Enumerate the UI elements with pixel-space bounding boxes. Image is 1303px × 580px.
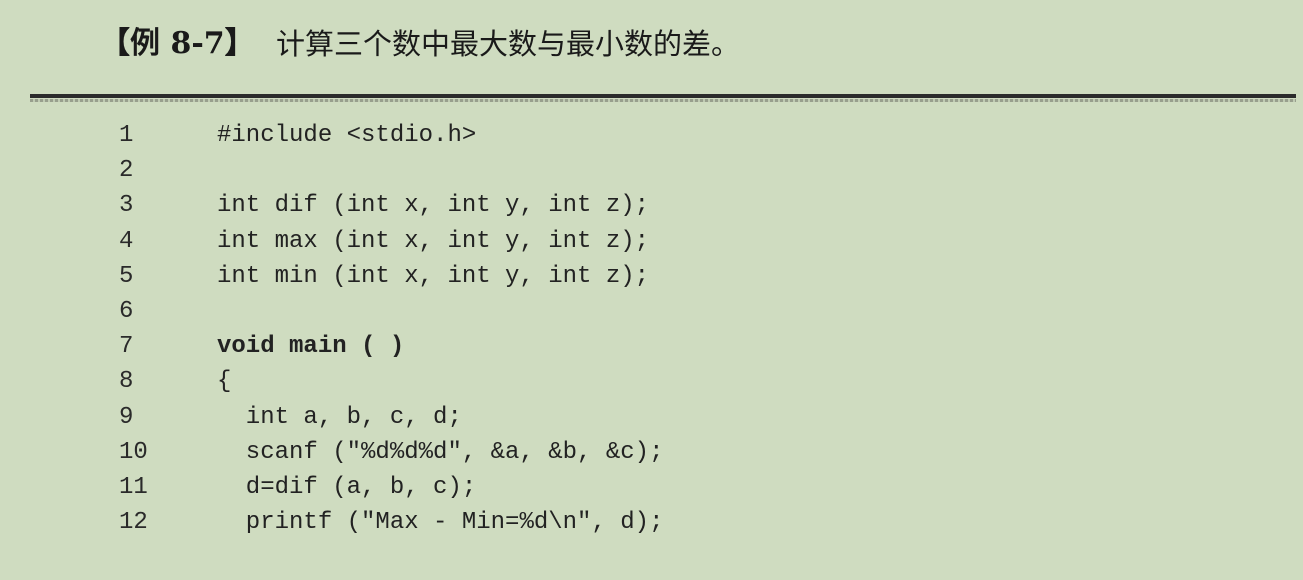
code-line: 2	[0, 153, 1303, 188]
header-rule	[30, 94, 1296, 98]
line-code: d=dif (a, b, c);	[217, 473, 477, 501]
line-code: {	[217, 368, 232, 396]
line-code: int dif (int x, int y, int z);	[217, 192, 650, 220]
example-label: 【例 8-7】	[100, 26, 255, 61]
example-header: 【例 8-7】 计算三个数中最大数与最小数的差。	[0, 0, 1303, 92]
line-number: 6	[119, 297, 134, 325]
line-number: 2	[119, 157, 134, 185]
line-code: int min (int x, int y, int z);	[217, 262, 650, 290]
line-code: #include <stdio.h>	[217, 122, 477, 149]
line-number: 4	[119, 227, 134, 255]
code-line: 12 printf ("Max - Min=%d\n", d);	[0, 505, 1303, 540]
line-number: 3	[119, 192, 134, 220]
code-line: 6	[0, 294, 1303, 329]
line-number: 5	[119, 262, 134, 290]
code-line: 4 int max (int x, int y, int z);	[0, 224, 1303, 259]
line-code: scanf ("%d%d%d", &a, &b, &c);	[217, 438, 664, 466]
code-listing: 1 #include <stdio.h> 2 3 int dif (int x, int…	[0, 118, 1303, 540]
line-number: 7	[119, 333, 134, 361]
line-code: void main ( )	[217, 333, 405, 361]
code-line: 8{	[0, 364, 1303, 399]
line-code: int a, b, c, d;	[217, 403, 462, 431]
line-number: 10	[119, 438, 148, 466]
line-number: 9	[119, 403, 134, 431]
line-number: 11	[119, 473, 148, 501]
code-line: 7 void main ( )	[0, 329, 1303, 364]
line-number: 8	[119, 368, 134, 396]
code-line: 9 int a, b, c, d;	[0, 400, 1303, 435]
example-title: 计算三个数中最大数与最小数的差。	[276, 27, 741, 61]
line-number: 12	[119, 509, 148, 537]
header-rule-shadow	[30, 99, 1296, 102]
line-code: int max (int x, int y, int z);	[217, 227, 650, 255]
code-line: 5 int min (int x, int y, int z);	[0, 259, 1303, 294]
code-line: 10 scanf ("%d%d%d", &a, &b, &c);	[0, 435, 1303, 470]
line-number: 1	[119, 122, 134, 149]
code-line: 1 #include <stdio.h>	[0, 118, 1303, 153]
line-code: printf ("Max - Min=%d\n", d);	[217, 509, 664, 537]
code-line: 3 int dif (int x, int y, int z);	[0, 188, 1303, 223]
code-line: 11 d=dif (a, b, c);	[0, 470, 1303, 505]
